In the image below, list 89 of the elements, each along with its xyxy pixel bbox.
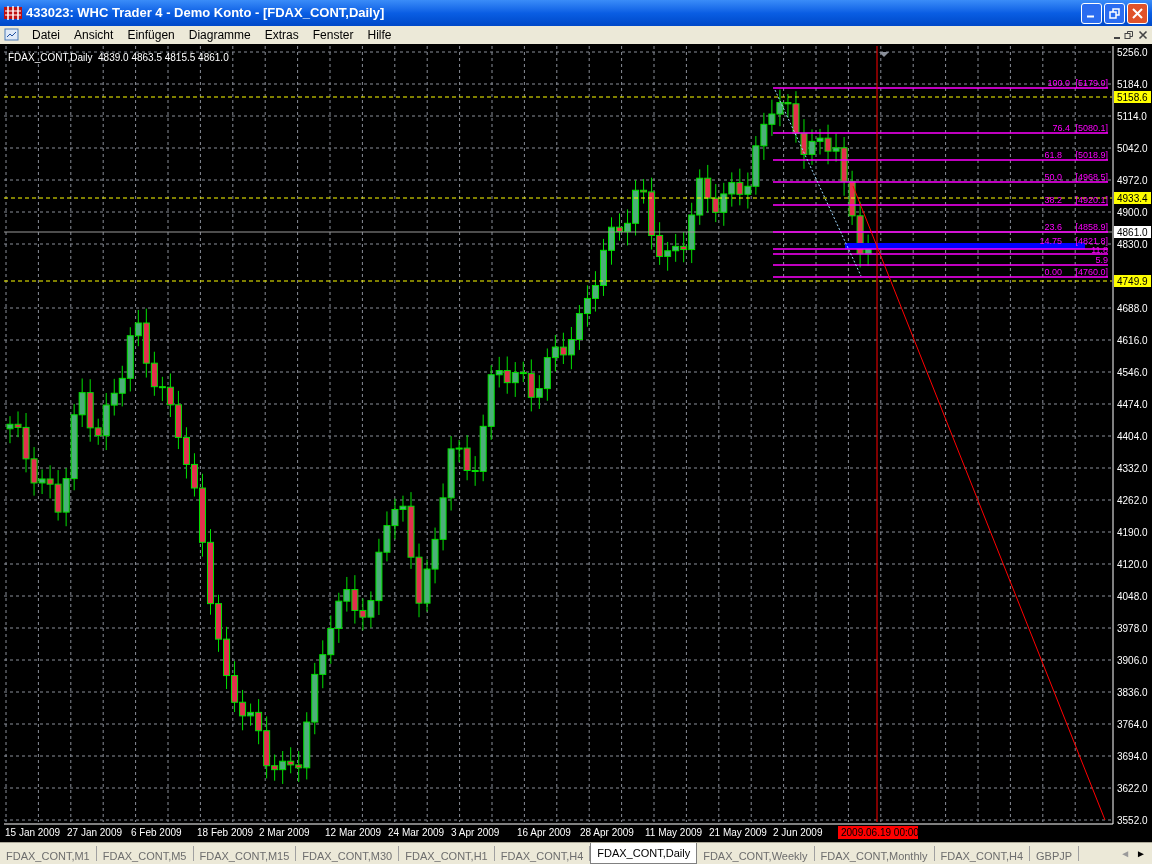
chart-tab[interactable]: FDAX_CONT,H4 <box>934 846 1031 861</box>
chart-window-icon <box>4 28 20 42</box>
chart-tab[interactable]: FDAX_CONT,M30 <box>296 846 400 861</box>
date-axis-label: 18 Feb 2009 <box>197 827 254 838</box>
date-axis-label: 2 Jun 2009 <box>773 827 823 838</box>
price-axis-label: 4830.0 <box>1117 239 1148 250</box>
price-axis-label: 4688.0 <box>1117 303 1148 314</box>
close-button[interactable] <box>1127 2 1148 24</box>
scroll-right-button[interactable]: ► <box>1136 846 1146 861</box>
fibonacci-price-label: [4821.8] <box>1075 236 1108 246</box>
date-axis-label: 3 Apr 2009 <box>451 827 500 838</box>
fibonacci-level-label: 38.2 <box>1044 195 1062 205</box>
chart-tab[interactable]: FDAX_CONT,Monthly <box>814 846 935 861</box>
price-axis-label: 3978.0 <box>1117 623 1148 634</box>
fibonacci-level-label: 0.00 <box>1044 267 1062 277</box>
fibonacci-price-label: [4858.9] <box>1075 222 1108 232</box>
fibonacci-price-label: [4760.0] <box>1075 267 1108 277</box>
price-axis-label: 5042.0 <box>1117 143 1148 154</box>
fibonacci-price-label: [5018.9] <box>1075 150 1108 160</box>
price-axis-label: 4190.0 <box>1117 527 1148 538</box>
chart-tab[interactable]: FDAX_CONT,Daily <box>590 843 698 864</box>
fibonacci-price-label: [4968.5] <box>1075 172 1108 182</box>
price-axis-label: 4332.0 <box>1117 463 1148 474</box>
price-axis-label: 3836.0 <box>1117 687 1148 698</box>
fibonacci-level-label: 100.0 <box>1047 78 1070 88</box>
price-axis-label: 4120.0 <box>1117 559 1148 570</box>
date-axis-label: 15 Jan 2009 <box>5 827 61 838</box>
date-axis-label: 28 Apr 2009 <box>580 827 634 838</box>
date-axis-label: 11 May 2009 <box>645 827 703 838</box>
date-axis-label: 12 Mar 2009 <box>325 827 382 838</box>
restore-button[interactable] <box>1104 2 1125 24</box>
date-axis-label: 16 Apr 2009 <box>517 827 571 838</box>
date-tag: 2009.06.19 00:00 <box>838 826 919 839</box>
fibonacci-level-label: 76.4 <box>1052 123 1070 133</box>
menu-item[interactable]: Diagramme <box>182 27 257 43</box>
fibonacci-level-label: 61.8 <box>1044 150 1062 160</box>
window-title: 433023: WHC Trader 4 - Demo Konto - [FDAX_CONT,Daily] <box>26 4 385 23</box>
price-axis-label: 3764.0 <box>1117 719 1148 730</box>
price-tag: 4933.4 <box>1114 192 1151 204</box>
chart-info: FDAX_CONT,Daily 4839.0 4863.5 4815.5 4861.0 <box>8 52 229 63</box>
fibonacci-level-label: 5.9 <box>1095 255 1108 265</box>
fibonacci-level-label: 50.0 <box>1044 172 1062 182</box>
price-axis-label: 5184.0 <box>1117 79 1148 90</box>
price-axis-label: 4616.0 <box>1117 335 1148 346</box>
price-axis-label: 5114.0 <box>1117 111 1147 122</box>
scroll-left-button[interactable]: ◄ <box>1120 846 1131 861</box>
price-axis-label: 4474.0 <box>1117 399 1148 410</box>
restore-icon <box>1109 7 1120 19</box>
date-axis-label: 6 Feb 2009 <box>131 827 182 838</box>
menu-item[interactable]: Extras <box>258 27 305 43</box>
price-axis-label: 3622.0 <box>1117 783 1148 794</box>
date-axis-label: 27 Jan 2009 <box>67 827 123 838</box>
menu-item[interactable]: Fenster <box>306 27 360 43</box>
fibonacci-price-label: [5179.0] <box>1075 78 1108 88</box>
price-axis-label: 4404.0 <box>1117 431 1148 442</box>
close-icon <box>1132 7 1143 19</box>
date-axis-label: 21 May 2009 <box>709 827 767 838</box>
price-tag: 4749.9 <box>1114 275 1151 287</box>
date-axis-label: 24 Mar 2009 <box>388 827 445 838</box>
chart-tab[interactable]: FDAX_CONT,M1 <box>0 846 97 861</box>
menu-item[interactable]: Hilfe <box>361 27 398 43</box>
price-axis-label: 5256.0 <box>1117 47 1148 58</box>
chart-tab[interactable]: FDAX_CONT,Weekly <box>697 846 815 861</box>
menu-item[interactable]: Ansicht <box>68 27 120 43</box>
minimize-button[interactable] <box>1081 2 1102 24</box>
price-tag: 5158.6 <box>1114 91 1151 103</box>
fibonacci-price-label: [4920.1] <box>1075 195 1108 205</box>
chart-tab[interactable]: GBPJP <box>1030 846 1080 861</box>
app-icon <box>4 5 22 21</box>
price-axis-label: 4048.0 <box>1117 591 1148 602</box>
price-axis-label: 4262.0 <box>1117 495 1148 506</box>
chart-tab[interactable]: FDAX_CONT,M15 <box>193 846 297 861</box>
price-axis-label: 3694.0 <box>1117 751 1148 762</box>
price-axis-label: 4900.0 <box>1117 207 1148 218</box>
price-axis-label: 4972.0 <box>1117 175 1148 186</box>
menu-item[interactable]: Einfügen <box>121 27 181 43</box>
price-axis-label: 3906.0 <box>1117 655 1148 666</box>
fibonacci-price-label: [5080.1] <box>1075 123 1108 133</box>
menu-item[interactable]: Datei <box>26 27 66 43</box>
chart-tab[interactable]: FDAX_CONT,M5 <box>96 846 194 861</box>
price-tag: 4861.0 <box>1114 226 1151 238</box>
chart-tab[interactable]: FDAX_CONT,H1 <box>399 846 495 861</box>
close-icon[interactable] <box>1138 30 1148 40</box>
price-axis-label: 4546.0 <box>1117 367 1148 378</box>
price-axis-label: 3552.0 <box>1117 815 1148 826</box>
minimize-icon <box>1086 15 1094 18</box>
fibonacci-level-label: 23.6 <box>1044 222 1062 232</box>
restore-icon[interactable] <box>1124 30 1134 40</box>
date-axis-label: 2 Mar 2009 <box>259 827 310 838</box>
